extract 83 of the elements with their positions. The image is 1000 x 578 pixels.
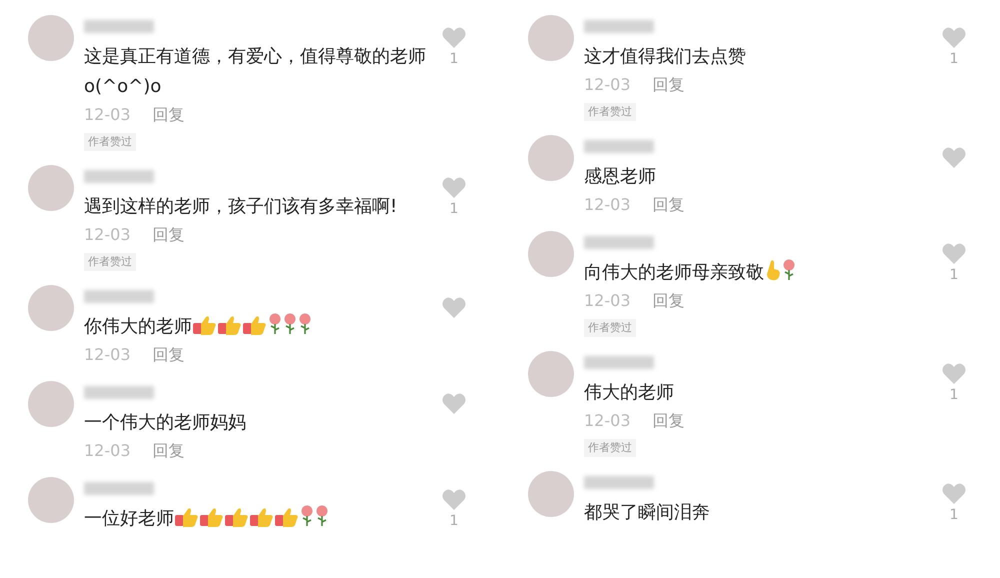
- heart-icon[interactable]: [942, 27, 966, 48]
- like-count: 1: [950, 266, 958, 284]
- heart-icon[interactable]: [442, 27, 466, 48]
- like-count: 1: [950, 506, 958, 524]
- thumbs-up-icon: [218, 315, 242, 335]
- author-liked-tag: 作者赞过: [84, 253, 136, 271]
- heart-icon[interactable]: [442, 393, 466, 414]
- like-count: 1: [450, 512, 458, 530]
- avatar[interactable]: [28, 285, 74, 331]
- comment-text: 这是真正有道德，有爱心，值得尊敬的老师o(^o^)o: [84, 46, 426, 97]
- like-count: 1: [450, 50, 458, 68]
- comment-date: 12-03: [84, 104, 130, 126]
- blurred-username: [584, 356, 654, 369]
- avatar[interactable]: [28, 381, 74, 427]
- heart-icon[interactable]: [442, 489, 466, 510]
- heart-icon[interactable]: [942, 147, 966, 168]
- blurred-username: [584, 140, 654, 153]
- blurred-username: [584, 20, 654, 33]
- avatar[interactable]: [528, 15, 574, 61]
- thumbs-up-icon: [243, 315, 267, 335]
- blurred-username: [84, 386, 154, 399]
- thumbs-up-icon: [225, 507, 249, 527]
- comment-date: 12-03: [84, 440, 130, 462]
- thumbs-up-icon: [175, 507, 199, 527]
- reply-link[interactable]: 回复: [652, 72, 684, 98]
- like-count: 1: [950, 50, 958, 68]
- like-count: 1: [950, 386, 958, 404]
- heart-icon[interactable]: [942, 243, 966, 264]
- reply-link[interactable]: 回复: [152, 222, 184, 248]
- rose-icon: [268, 313, 282, 335]
- comment-text: 感恩老师: [584, 166, 656, 187]
- thumbs-up-icon: [200, 507, 224, 527]
- avatar[interactable]: [528, 135, 574, 181]
- comment-text: 都哭了瞬间泪奔: [584, 502, 710, 523]
- reply-link[interactable]: 回复: [652, 192, 684, 218]
- thumbs-up-icon: [193, 315, 217, 335]
- comment-date: 12-03: [584, 290, 630, 312]
- comment-date: 12-03: [84, 224, 130, 246]
- rose-icon: [782, 259, 796, 281]
- comment-date: 12-03: [584, 74, 630, 96]
- author-liked-tag: 作者赞过: [584, 439, 636, 457]
- comment-date: 12-03: [584, 410, 630, 432]
- avatar[interactable]: [528, 471, 574, 517]
- hand-icon: [765, 259, 781, 281]
- rose-icon: [300, 505, 314, 527]
- heart-icon[interactable]: [442, 177, 466, 198]
- rose-icon: [298, 313, 312, 335]
- avatar[interactable]: [28, 15, 74, 61]
- avatar[interactable]: [528, 231, 574, 277]
- avatar[interactable]: [28, 165, 74, 211]
- blurred-username: [584, 476, 654, 489]
- blurred-username: [84, 170, 154, 183]
- thumbs-up-icon: [250, 507, 274, 527]
- like-count: 1: [450, 200, 458, 218]
- rose-icon: [315, 505, 329, 527]
- reply-link[interactable]: 回复: [652, 288, 684, 314]
- avatar[interactable]: [28, 477, 74, 523]
- reply-link[interactable]: 回复: [152, 342, 184, 368]
- heart-icon[interactable]: [942, 483, 966, 504]
- comment-date: 12-03: [84, 344, 130, 366]
- blurred-username: [84, 20, 154, 33]
- comment-text: 你伟大的老师: [84, 316, 192, 337]
- comment-text: 伟大的老师: [584, 382, 674, 403]
- author-liked-tag: 作者赞过: [584, 319, 636, 337]
- comment-text: 一位好老师: [84, 508, 174, 529]
- blurred-username: [84, 290, 154, 303]
- heart-icon[interactable]: [442, 297, 466, 318]
- reply-link[interactable]: 回复: [152, 438, 184, 464]
- reply-link[interactable]: 回复: [152, 102, 184, 128]
- comment-text: 遇到这样的老师，孩子们该有多幸福啊!: [84, 196, 398, 217]
- reply-link[interactable]: 回复: [652, 408, 684, 434]
- comment-text: 向伟大的老师母亲致敬: [584, 262, 764, 283]
- author-liked-tag: 作者赞过: [84, 133, 136, 151]
- thumbs-up-icon: [275, 507, 299, 527]
- comment-text: 一个伟大的老师妈妈: [84, 412, 246, 433]
- blurred-username: [584, 236, 654, 249]
- heart-icon[interactable]: [942, 363, 966, 384]
- comment-date: 12-03: [584, 194, 630, 216]
- author-liked-tag: 作者赞过: [584, 103, 636, 121]
- rose-icon: [283, 313, 297, 335]
- comment-text: 这才值得我们去点赞: [584, 46, 746, 67]
- blurred-username: [84, 482, 154, 495]
- avatar[interactable]: [528, 351, 574, 397]
